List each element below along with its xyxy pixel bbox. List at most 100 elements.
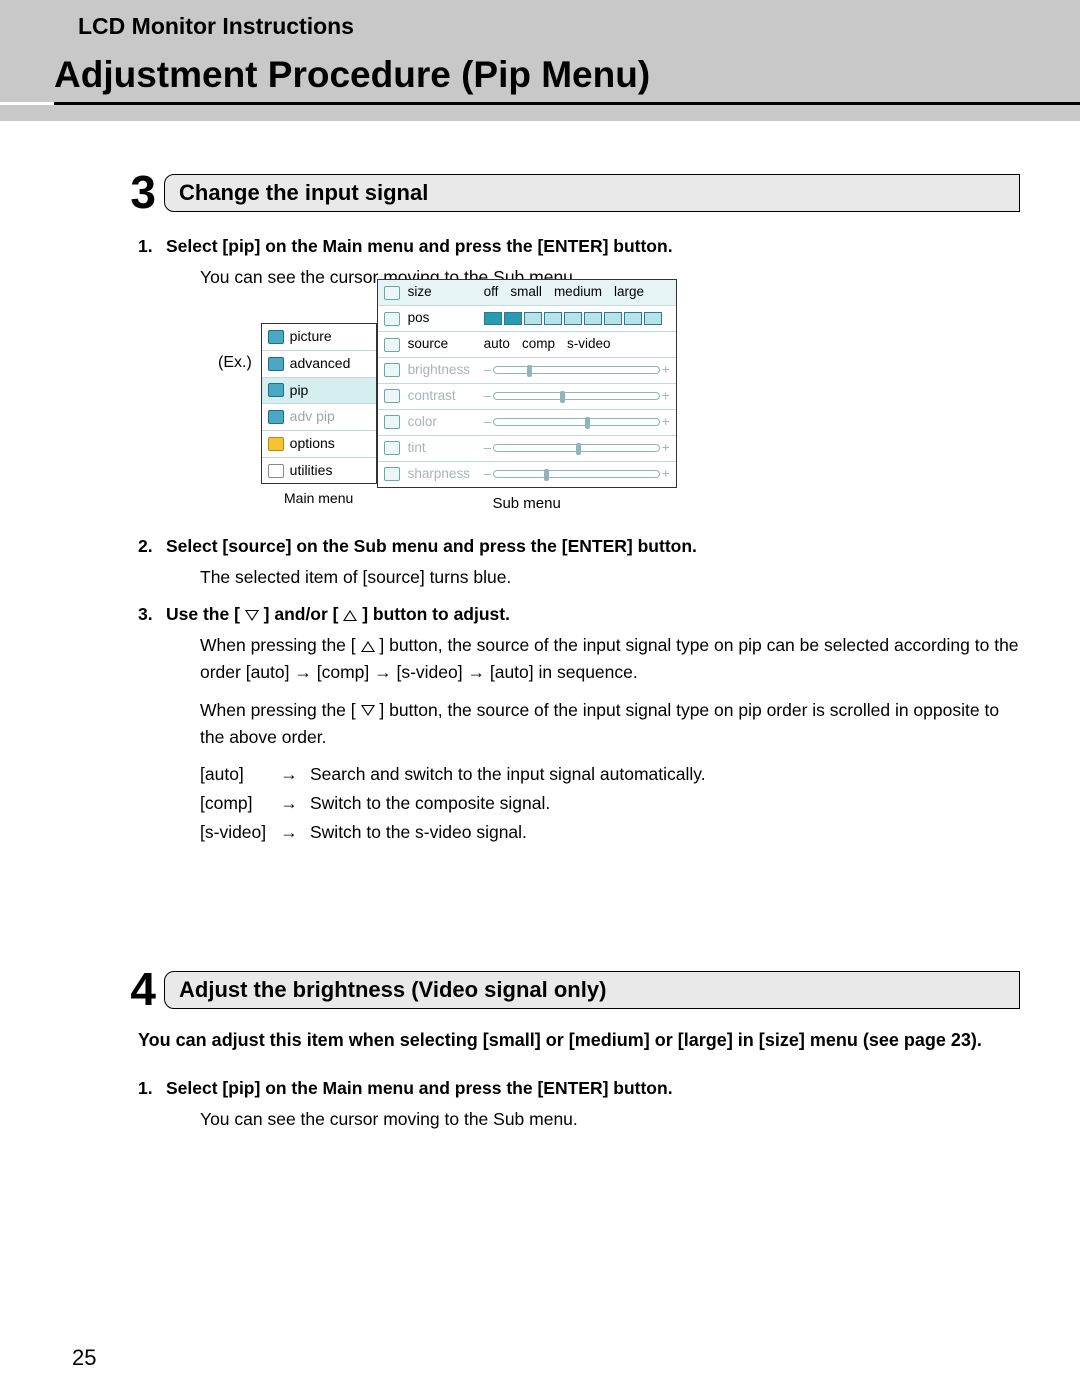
row-icon: [384, 389, 400, 403]
step-4-title: Adjust the brightness (Video signal only…: [164, 971, 1020, 1009]
substep-number: 2.: [138, 533, 166, 560]
row-icon: [384, 441, 400, 455]
substep-body: When pressing the [ ] button, the source…: [200, 632, 1020, 686]
text: ] or [: [644, 1030, 684, 1050]
row-icon: [384, 415, 400, 429]
menu-icon: [268, 330, 284, 344]
osd-sub-brightness: brightness: [378, 358, 676, 384]
step-4-lead: You can adjust this item when selecting …: [138, 1030, 1002, 1051]
text: source: [367, 567, 420, 587]
opt: small: [510, 282, 542, 303]
step-3-1: 1. Select [pip] on the Main menu and pre…: [138, 233, 1020, 260]
example-label: (Ex.): [218, 351, 252, 376]
substep-title: Use the [ ] and/or [ ] button to adjust.: [166, 601, 1020, 628]
text: Switch to the s-video signal.: [310, 819, 527, 846]
page-title: Adjustment Procedure (Pip Menu): [54, 54, 650, 95]
substep-title: Select [source] on the Sub menu and pres…: [166, 533, 1020, 560]
substep-number: 1.: [138, 233, 166, 260]
text: pip: [228, 1078, 254, 1098]
source-table: [auto] → Search and switch to the input …: [200, 761, 1020, 846]
slider: [484, 469, 670, 479]
text: You can adjust this item when selecting …: [138, 1030, 489, 1050]
opt: s-video: [567, 334, 611, 355]
osd-sub-source: source auto comp s-video: [378, 332, 676, 358]
osd-main-menu: picture advanced pip adv pip options uti…: [261, 323, 377, 484]
substep-number: 1.: [138, 1075, 166, 1102]
text: large: [684, 1030, 727, 1050]
substep-body: When pressing the [ ] button, the source…: [200, 697, 1020, 751]
menu-icon: [268, 464, 284, 478]
text: ] turns blue.: [420, 567, 511, 587]
text: ] on the Main menu and press the [ENTER]…: [255, 236, 673, 256]
step-4-header: 4 Adjust the brightness (Video signal on…: [120, 968, 1020, 1012]
text: brightness: [408, 360, 476, 381]
text: utilities: [290, 460, 333, 482]
header-title-row: Adjustment Procedure (Pip Menu): [0, 52, 1080, 102]
text: medium: [575, 1030, 644, 1050]
osd-main-item-pip: pip: [262, 378, 376, 405]
step-3-2: 2. Select [source] on the Sub menu and p…: [138, 533, 1020, 560]
text: pip: [228, 236, 254, 256]
text: ] menu (see page 23).: [799, 1030, 982, 1050]
text: Select [: [166, 536, 228, 556]
menu-icon: [268, 437, 284, 451]
osd-main-label: Main menu: [261, 488, 377, 510]
text: Select [: [166, 1078, 228, 1098]
arrow-icon: →: [278, 790, 300, 817]
text: auto: [495, 662, 529, 682]
text: [auto]: [200, 761, 268, 788]
substep-title: Select [pip] on the Main menu and press …: [166, 1075, 1020, 1102]
text: auto: [251, 662, 285, 682]
text: size: [408, 282, 476, 303]
table-row: [auto] → Search and switch to the input …: [200, 761, 1020, 788]
osd-sub-color: color: [378, 410, 676, 436]
step-3-3: 3. Use the [ ] and/or [ ] button to adju…: [138, 601, 1020, 628]
text: ] or [: [535, 1030, 575, 1050]
table-row: [comp] → Switch to the composite signal.: [200, 790, 1020, 817]
text: [comp]: [200, 790, 268, 817]
osd-illustration: (Ex.) picture advanced pip adv pip optio…: [218, 301, 1020, 515]
substep-title: Select [pip] on the Main menu and press …: [166, 233, 1020, 260]
osd-sub-sharpness: sharpness: [378, 462, 676, 487]
down-triangle-icon: [245, 610, 259, 621]
menu-icon: [268, 383, 284, 397]
osd-sub-contrast: contrast: [378, 384, 676, 410]
osd-main-item-utilities: utilities: [262, 458, 376, 484]
osd-main-item-picture: picture: [262, 324, 376, 351]
osd-sub-label: Sub menu: [377, 492, 677, 515]
text: size: [765, 1030, 799, 1050]
text: tint: [408, 438, 476, 459]
row-icon: [384, 312, 400, 326]
text: The selected item of [: [200, 567, 367, 587]
osd-sub-size: size off small medium large: [378, 280, 676, 306]
arrow-icon: →: [278, 761, 300, 788]
text: pip: [290, 380, 309, 402]
text: picture: [290, 326, 332, 348]
step-3-number: 3: [120, 169, 156, 215]
substep-note: You can see the cursor moving to the Sub…: [200, 1106, 1020, 1133]
down-triangle-icon: [361, 705, 375, 716]
header-crumb: LCD Monitor Instructions: [0, 0, 1080, 52]
row-icon: [384, 363, 400, 377]
opt: large: [614, 282, 644, 303]
slider: [484, 365, 670, 375]
osd-main-item-advanced: advanced: [262, 351, 376, 378]
text: ] in [: [727, 1030, 765, 1050]
step-4-number: 4: [120, 966, 156, 1012]
osd-sub-tint: tint: [378, 436, 676, 462]
osd-main-item-advpip: adv pip: [262, 404, 376, 431]
opt: comp: [522, 334, 555, 355]
up-triangle-icon: [343, 610, 357, 621]
text: advanced: [290, 353, 351, 375]
substep-number: 3.: [138, 601, 166, 628]
text: small: [489, 1030, 535, 1050]
opt: off: [484, 282, 499, 303]
step-4-1: 1. Select [pip] on the Main menu and pre…: [138, 1075, 1020, 1102]
slider: [484, 391, 670, 401]
osd-sub-menu: size off small medium large pos: [377, 279, 677, 487]
text: adv pip: [290, 406, 335, 428]
step-3-header: 3 Change the input signal: [120, 171, 1020, 215]
opt: medium: [554, 282, 602, 303]
pos-boxes: [484, 312, 662, 325]
substep-note: The selected item of [source] turns blue…: [200, 564, 1020, 591]
